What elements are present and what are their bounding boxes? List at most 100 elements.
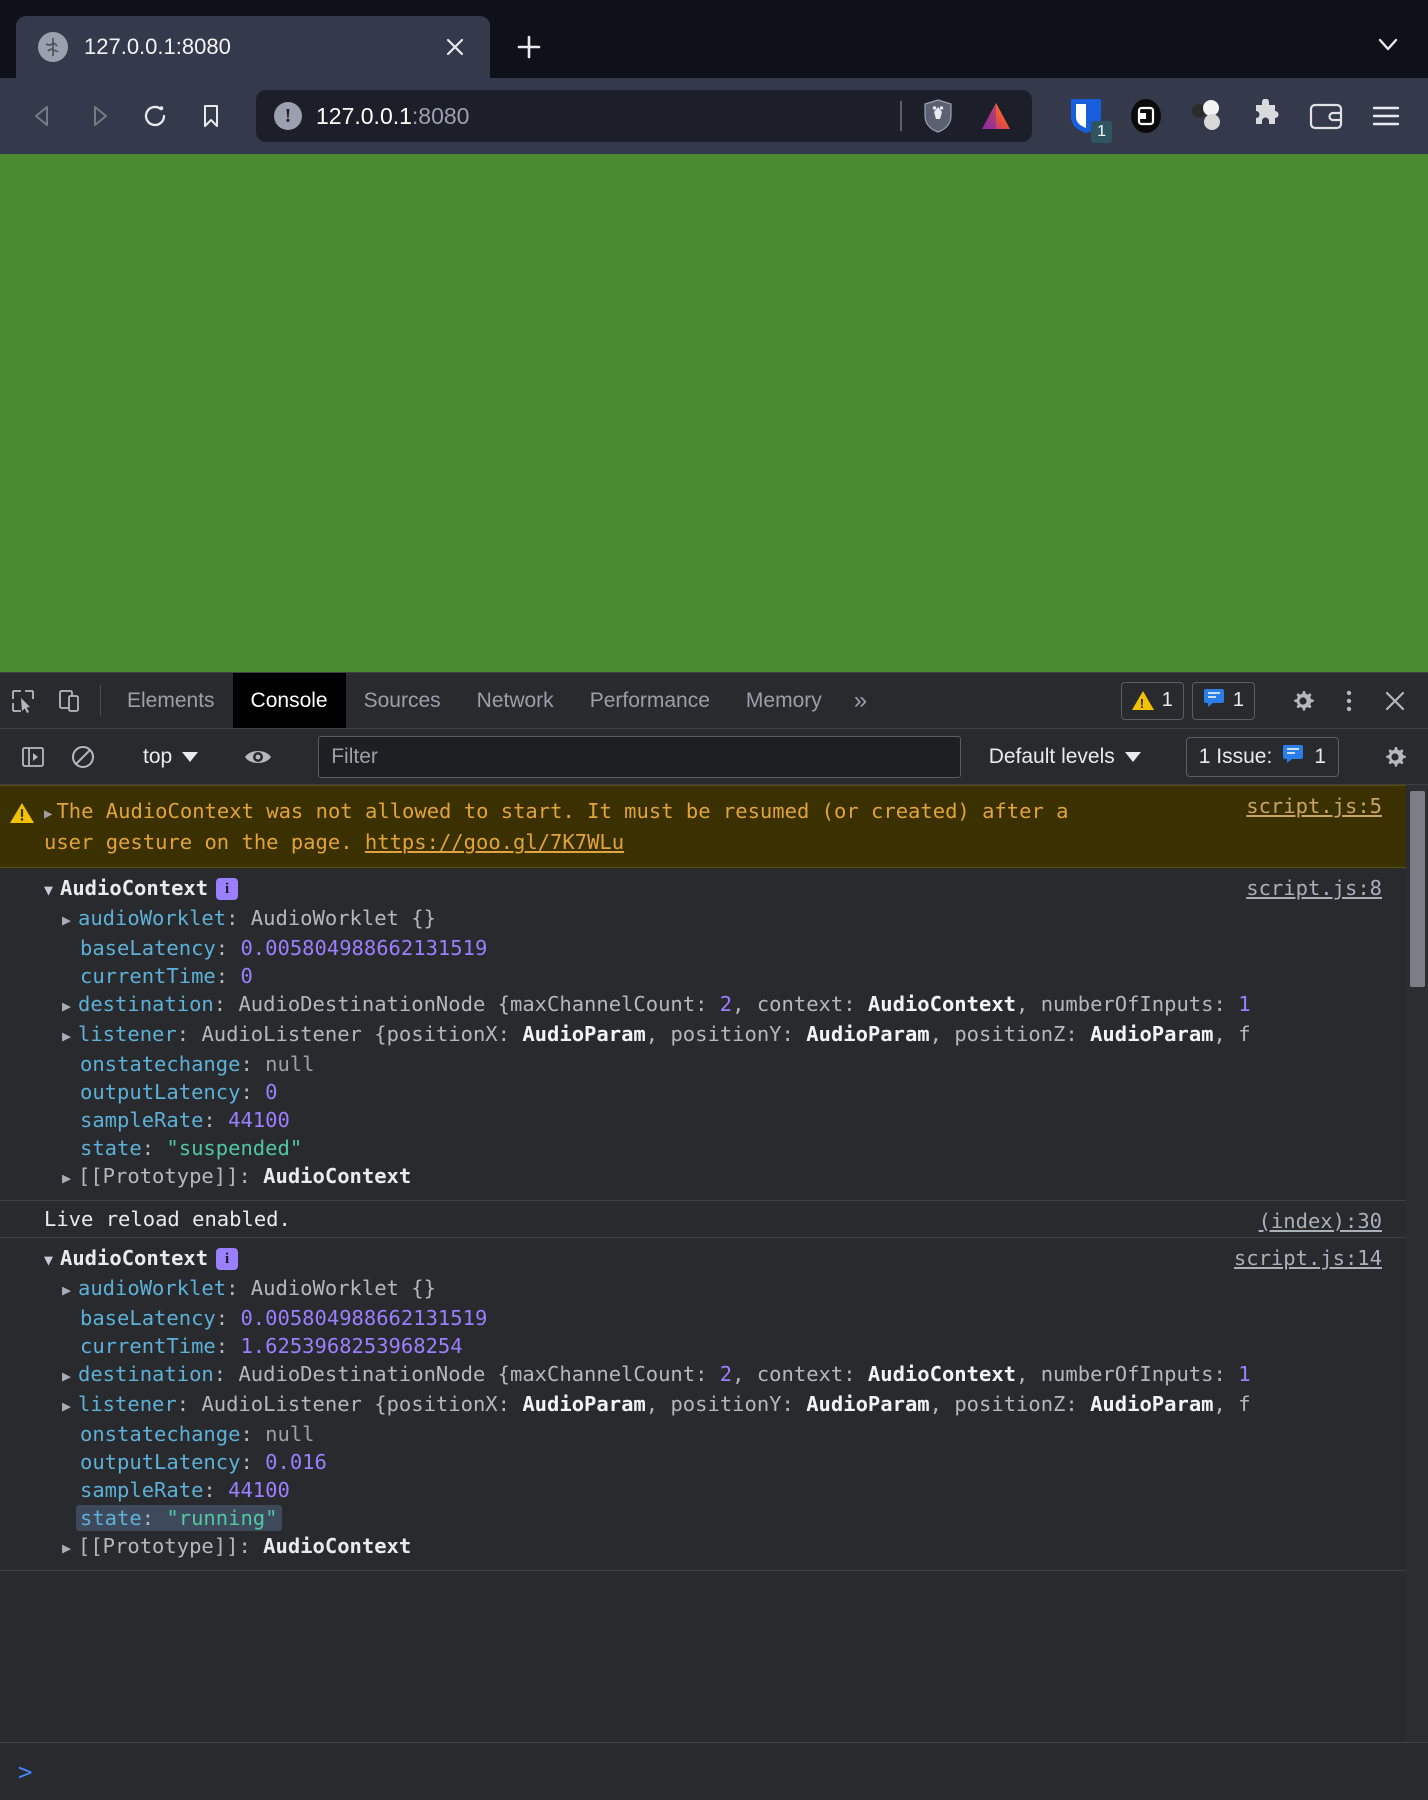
collapse-arrow-icon[interactable]: ▼ [44, 876, 60, 904]
object-property-row[interactable]: onstatechange: null [0, 1050, 1428, 1078]
object-prototype-row[interactable]: ▶ [[Prototype]]: AudioContext [0, 1162, 1428, 1192]
expand-arrow-icon[interactable]: ▶ [62, 992, 78, 1020]
object-property-row-selected[interactable]: state: "running" [0, 1504, 1428, 1532]
tab-performance[interactable]: Performance [572, 673, 728, 728]
console-message-object-2[interactable]: script.js:14 ▼ AudioContext i ▶ audioWorkle… [0, 1238, 1428, 1571]
bitwarden-extension-icon[interactable]: 1 [1058, 88, 1114, 144]
expand-arrow-icon[interactable]: ▶ [44, 806, 52, 822]
console-message-object-1[interactable]: script.js:8 ▼ AudioContext i ▶ audioWorklet… [0, 868, 1428, 1201]
expand-arrow-icon[interactable]: ▶ [62, 1392, 78, 1420]
molecule-extension-icon[interactable] [1178, 88, 1234, 144]
property-name: [[Prototype]] [78, 1534, 239, 1558]
warning-doc-link[interactable]: https://goo.gl/7K7WLu [365, 830, 624, 854]
object-property-row[interactable]: baseLatency: 0.005804988662131519 [0, 934, 1428, 962]
object-property-row[interactable]: outputLatency: 0 [0, 1078, 1428, 1106]
tab-sources[interactable]: Sources [346, 673, 459, 728]
tab-console[interactable]: Console [232, 673, 346, 728]
object-property-row[interactable]: state: "suspended" [0, 1134, 1428, 1162]
back-arrow-icon[interactable] [18, 91, 68, 141]
property-name: destination [78, 992, 214, 1016]
expand-arrow-icon[interactable]: ▶ [62, 1022, 78, 1050]
kebab-menu-icon[interactable] [1326, 688, 1372, 714]
inspect-element-icon[interactable] [0, 673, 46, 728]
object-property-row[interactable]: ▶ audioWorklet: AudioWorklet {} [0, 1274, 1428, 1304]
entry3-source-link[interactable]: script.js:14 [1234, 1244, 1382, 1272]
console-prompt[interactable]: > [0, 1742, 1428, 1800]
menu-hamburger-icon[interactable] [1358, 88, 1414, 144]
object-property-row[interactable]: ▶ destination: AudioDestinationNode {maxC… [0, 1360, 1428, 1390]
filter-input[interactable] [318, 735, 961, 778]
tab-elements[interactable]: Elements [109, 673, 233, 728]
info-badge-icon[interactable]: i [216, 878, 239, 900]
clear-console-icon[interactable] [60, 744, 106, 770]
collapse-arrow-icon[interactable]: ▼ [44, 1246, 60, 1274]
reload-icon[interactable] [130, 91, 180, 141]
expand-arrow-icon[interactable]: ▶ [62, 1362, 78, 1390]
object-property-row[interactable]: ▶ listener: AudioListener {positionX: Aud… [0, 1390, 1428, 1420]
execution-context-select[interactable]: top [131, 737, 210, 777]
object-prototype-row[interactable]: ▶ [[Prototype]]: AudioContext [0, 1532, 1428, 1562]
address-bar[interactable]: ! 127.0.0.1:8080 [256, 90, 1032, 142]
console-sidebar-icon[interactable] [10, 744, 56, 770]
console-settings-gear-icon[interactable] [1372, 744, 1418, 770]
info-circle-icon[interactable]: ! [274, 102, 302, 130]
scrollbar-thumb[interactable] [1410, 791, 1425, 987]
puzzle-extensions-icon[interactable] [1238, 88, 1294, 144]
close-devtools-icon[interactable] [1372, 689, 1418, 713]
info-badge-icon[interactable]: i [216, 1248, 239, 1270]
browser-tab[interactable]: 127.0.0.1:8080 [16, 16, 490, 78]
close-icon[interactable] [438, 30, 472, 64]
entry1-source-link[interactable]: script.js:8 [1246, 874, 1382, 902]
object-property-row[interactable]: ▶ audioWorklet: AudioWorklet {} [0, 904, 1428, 934]
message-bubble-icon [1203, 688, 1225, 714]
object-property-row[interactable]: ▶ listener: AudioListener {positionX: Aud… [0, 1020, 1428, 1050]
object-header[interactable]: ▼ AudioContext i [0, 874, 1428, 904]
brave-shields-lion-icon[interactable] [916, 94, 960, 138]
object-property-row[interactable]: onstatechange: null [0, 1420, 1428, 1448]
issues-button[interactable]: 1 Issue: 1 [1185, 736, 1339, 777]
wallet-icon[interactable] [1298, 88, 1354, 144]
expand-arrow-icon[interactable]: ▶ [62, 1276, 78, 1304]
object-property-row[interactable]: currentTime: 1.6253968253968254 [0, 1332, 1428, 1360]
message-bubble-icon [1282, 744, 1304, 770]
device-toolbar-icon[interactable] [46, 673, 92, 728]
property-value: AudioListener {positionX: AudioParam, po… [201, 1392, 1251, 1416]
chevron-down-icon [1124, 751, 1141, 762]
gear-icon[interactable] [1280, 688, 1326, 714]
tab-memory[interactable]: Memory [728, 673, 840, 728]
property-name: destination [78, 1362, 214, 1386]
message-count-badge[interactable]: 1 [1191, 681, 1255, 720]
object-property-row[interactable]: ▶ destination: AudioDestinationNode {maxC… [0, 990, 1428, 1020]
brave-rewards-triangle-icon[interactable] [974, 94, 1018, 138]
property-name: outputLatency [80, 1450, 241, 1474]
console-message-warning[interactable]: ▶ The AudioContext was not allowed to sta… [0, 785, 1428, 868]
object-property-row[interactable]: sampleRate: 44100 [0, 1106, 1428, 1134]
expand-arrow-icon[interactable]: ▶ [62, 1534, 78, 1562]
chevron-down-icon[interactable] [1366, 22, 1410, 66]
bookmark-icon[interactable] [186, 91, 236, 141]
object-property-row[interactable]: outputLatency: 0.016 [0, 1448, 1428, 1476]
new-tab-button[interactable] [502, 20, 556, 74]
expand-arrow-icon[interactable]: ▶ [62, 906, 78, 934]
object-header[interactable]: ▼ AudioContext i [0, 1244, 1428, 1274]
warning-source-link[interactable]: script.js:5 [1246, 792, 1382, 820]
warning-count-badge[interactable]: 1 [1120, 681, 1184, 720]
expand-arrow-icon[interactable]: ▶ [62, 1164, 78, 1192]
property-name: onstatechange [80, 1052, 241, 1076]
forward-arrow-icon[interactable] [74, 91, 124, 141]
warning-text-line2: user gesture on the page. [44, 830, 353, 854]
console-output[interactable]: ▶ The AudioContext was not allowed to sta… [0, 785, 1428, 1742]
property-value: 0.005804988662131519 [240, 1306, 488, 1330]
tab-network[interactable]: Network [459, 673, 572, 728]
object-property-row[interactable]: baseLatency: 0.005804988662131519 [0, 1304, 1428, 1332]
entry2-source-link[interactable]: (index):30 [1259, 1207, 1382, 1235]
log-levels-select[interactable]: Default levels [977, 745, 1153, 769]
object-property-row[interactable]: currentTime: 0 [0, 962, 1428, 990]
console-message-log[interactable]: (index):30 Live reload enabled. [0, 1201, 1428, 1238]
console-scrollbar[interactable] [1406, 785, 1428, 1742]
object-property-row[interactable]: sampleRate: 44100 [0, 1476, 1428, 1504]
extension-dark-icon[interactable] [1118, 88, 1174, 144]
toolbar-divider [100, 685, 101, 716]
live-expression-eye-icon[interactable] [235, 745, 281, 769]
more-tabs-button[interactable]: » [840, 673, 881, 728]
